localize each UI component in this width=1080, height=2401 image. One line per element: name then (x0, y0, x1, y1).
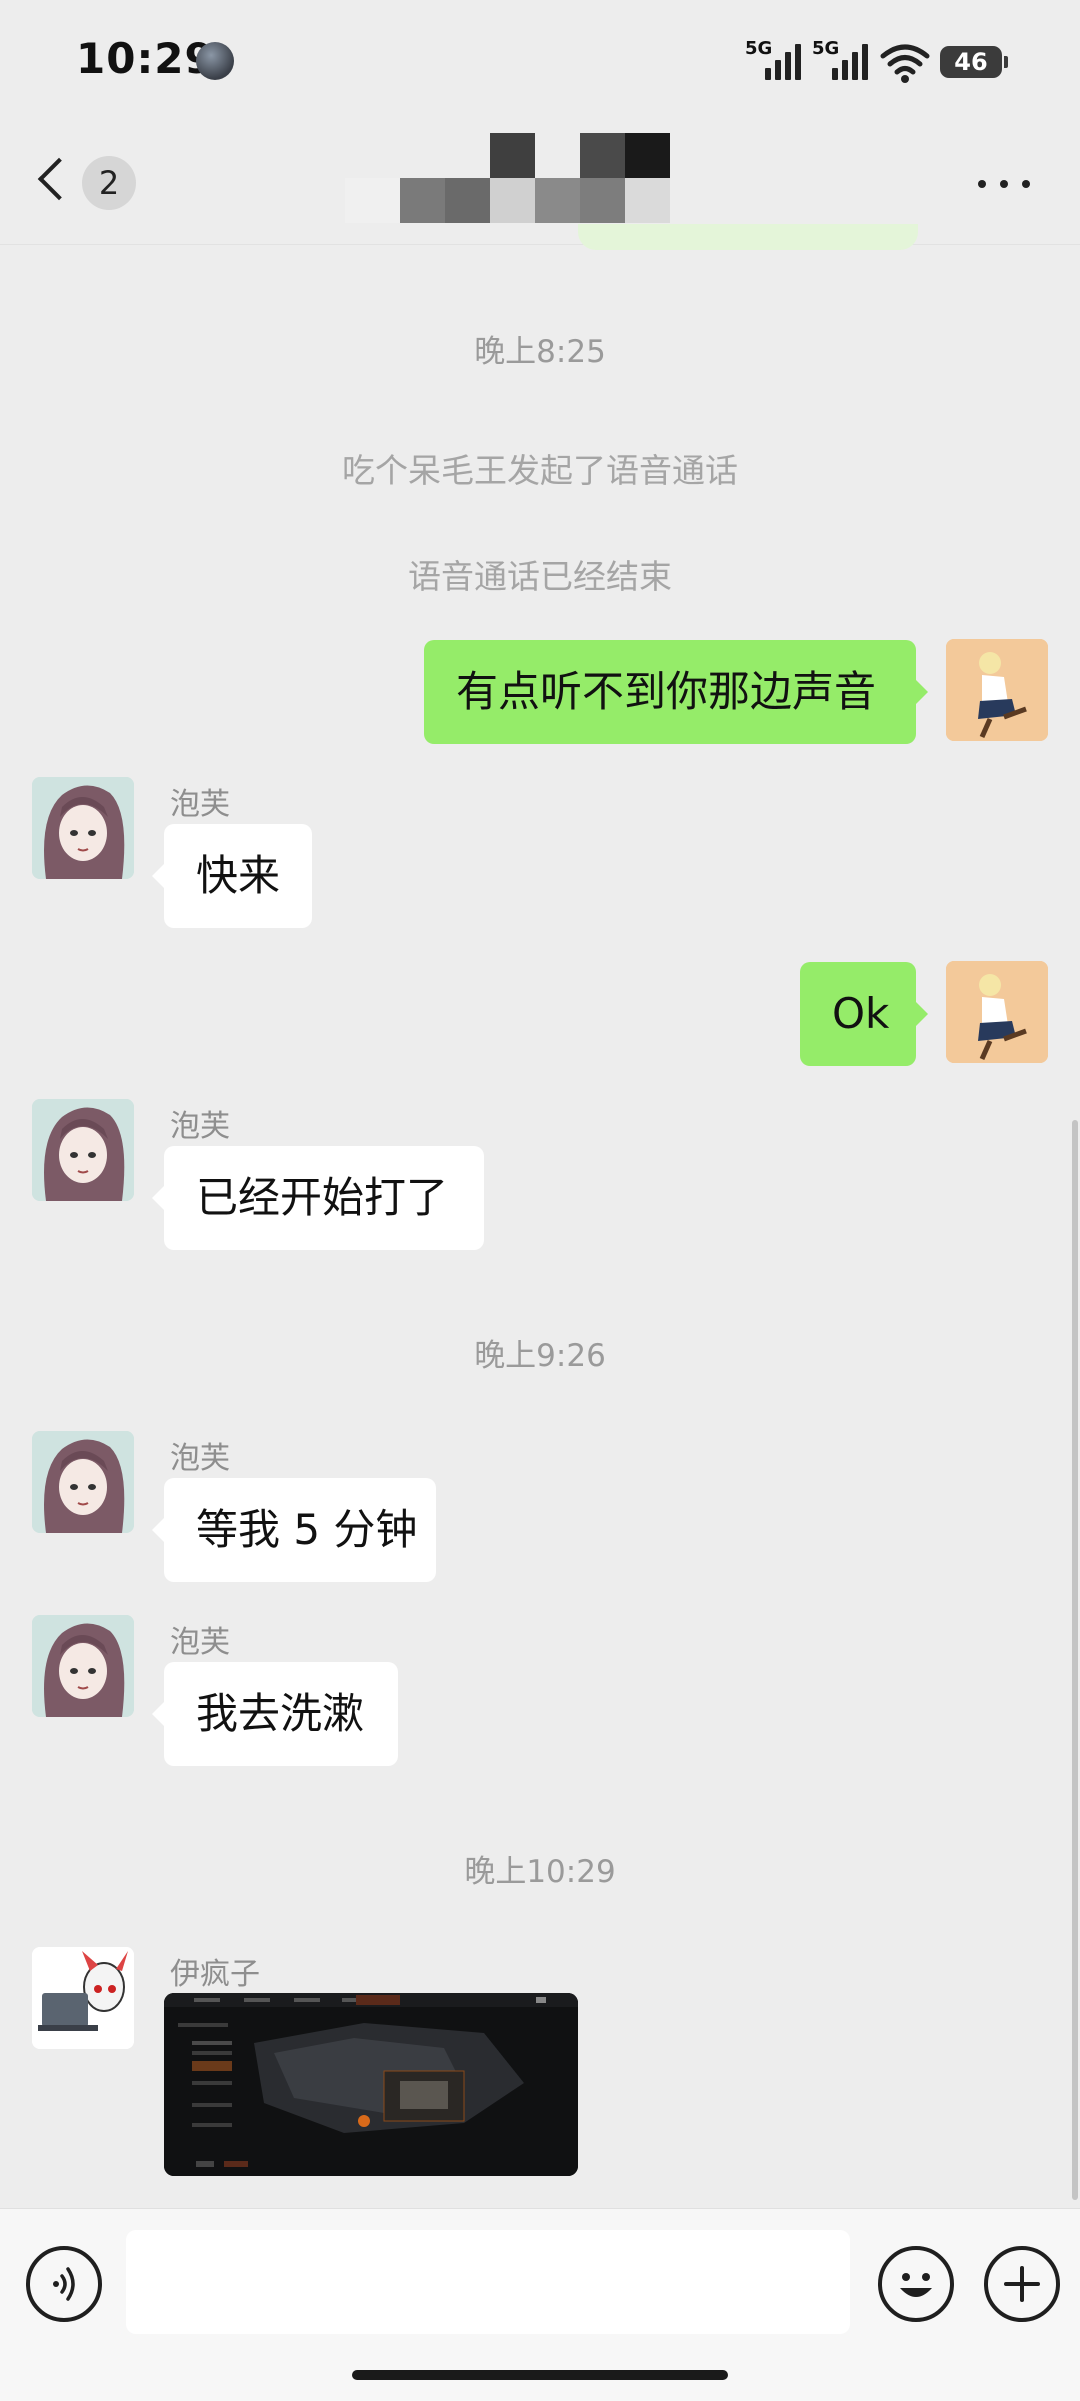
home-indicator[interactable] (352, 2370, 728, 2380)
contact-avatar[interactable] (32, 1615, 134, 1717)
message-input[interactable] (126, 2230, 850, 2334)
contact-avatar-image (32, 1947, 134, 2049)
previous-message-edge (578, 224, 918, 250)
contact-avatar-image (32, 1099, 134, 1201)
plus-button[interactable] (984, 2246, 1060, 2322)
contact-message-bubble[interactable]: 等我 5 分钟 (152, 1478, 436, 1582)
sender-name: 泡芙 (170, 1441, 230, 1476)
timestamp: 晚上10:29 (464, 1854, 616, 1890)
chat-scrollbar[interactable] (1072, 1120, 1078, 2200)
contact-message-bubble[interactable]: 我去洗漱 (152, 1662, 398, 1766)
status-avatar-icon (196, 42, 234, 80)
sender-name: 泡芙 (170, 1109, 230, 1144)
emoji-icon (900, 2273, 932, 2297)
chevron-left-icon (37, 157, 81, 201)
signal-label: 5G (745, 38, 773, 59)
voice-input-button[interactable] (26, 2246, 102, 2322)
more-dots-icon (978, 180, 986, 188)
plus-icon (1004, 2266, 1040, 2302)
own-avatar[interactable] (946, 961, 1048, 1063)
contact-avatar[interactable] (32, 1431, 134, 1533)
wifi-icon (880, 44, 930, 83)
sender-name: 泡芙 (170, 1625, 230, 1660)
voice-input-icon (53, 2267, 75, 2301)
own-avatar-image (946, 639, 1048, 741)
system-message: 语音通话已经结束 (408, 557, 672, 596)
signal-label: 5G (812, 38, 840, 59)
emoji-button[interactable] (878, 2246, 954, 2322)
contact-avatar-image (32, 1431, 134, 1533)
signal-icon: 5G (812, 38, 868, 84)
contact-message-bubble[interactable]: 快来 (152, 824, 312, 928)
contact-message-bubble[interactable]: 已经开始打了 (152, 1146, 484, 1250)
image-message[interactable] (164, 1993, 578, 2176)
contact-avatar[interactable] (32, 1947, 134, 2049)
more-options-button[interactable] (976, 170, 1036, 198)
contact-avatar[interactable] (32, 777, 134, 879)
own-avatar[interactable] (946, 639, 1048, 741)
battery-icon: 46 (940, 46, 1008, 78)
sender-name: 泡芙 (170, 787, 230, 822)
timestamp: 晚上8:25 (474, 334, 606, 370)
own-message-bubble[interactable]: Ok (800, 962, 928, 1066)
sender-name: 伊疯子 (170, 1957, 260, 1992)
own-message-bubble[interactable]: 有点听不到你那边声音 (424, 640, 928, 744)
unread-count-badge: 2 (82, 156, 136, 210)
game-map-screenshot (164, 1993, 578, 2176)
timestamp: 晚上9:26 (474, 1338, 606, 1374)
back-button[interactable]: 2 (36, 150, 156, 216)
contact-avatar[interactable] (32, 1099, 134, 1201)
system-message: 吃个呆毛王发起了语音通话 (342, 451, 738, 490)
contact-avatar-image (32, 777, 134, 879)
own-avatar-image (946, 961, 1048, 1063)
chat-title-redacted (345, 133, 670, 223)
signal-icon: 5G (745, 38, 801, 84)
status-time: 10:29 (76, 34, 215, 83)
contact-avatar-image (32, 1615, 134, 1717)
header-divider (0, 244, 1080, 245)
